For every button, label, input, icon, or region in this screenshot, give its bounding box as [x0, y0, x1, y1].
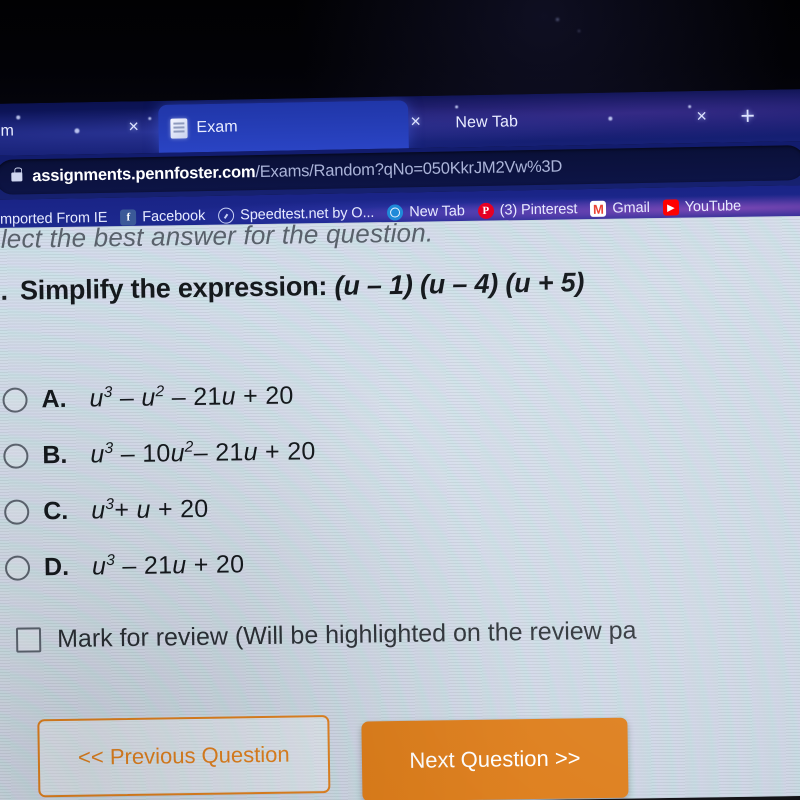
gmail-icon: M [590, 200, 607, 217]
answer-option-b-expression: u3 – 10u2– 21u + 20 [90, 436, 316, 469]
pinterest-icon: P [477, 202, 494, 220]
mark-for-review-row[interactable]: Mark for review (Will be highlighted on … [15, 616, 637, 654]
mark-for-review-checkbox[interactable] [15, 627, 42, 653]
speedtest-icon [218, 207, 235, 224]
radio-option-b[interactable] [3, 442, 29, 469]
close-tab-icon-2[interactable]: × [410, 111, 421, 131]
answer-option-c-letter: C. [42, 496, 69, 525]
answer-option-c[interactable]: C. u3+ u + 20 [4, 474, 645, 539]
bookmark-gmail[interactable]: M Gmail [590, 200, 650, 217]
answer-option-c-expression: u3+ u + 20 [90, 494, 209, 525]
answer-option-d-letter: D. [43, 552, 70, 581]
bookmark-pinterest[interactable]: P (3) Pinterest [477, 201, 578, 220]
bookmark-youtube-label: YouTube [684, 198, 742, 216]
browser-tab-newtab-label: New Tab [455, 113, 519, 132]
answer-option-b[interactable]: B. u3 – 10u2– 21u + 20 [3, 418, 644, 483]
question-text: Simplify the expression: (u – 1) (u – 4)… [20, 267, 585, 306]
bookmark-new-tab-label: New Tab [409, 203, 465, 221]
browser-tab-newtab[interactable]: New Tab [443, 95, 694, 148]
browser-tab-exam-label: Exam [196, 118, 238, 137]
answer-option-b-letter: B. [42, 440, 68, 469]
bookmark-youtube[interactable]: ▶ YouTube [662, 198, 742, 216]
bookmark-gmail-label: Gmail [612, 199, 650, 217]
radio-option-c[interactable] [4, 498, 30, 525]
close-tab-icon-1[interactable]: × [128, 116, 139, 136]
bookmark-facebook-label: Facebook [142, 208, 206, 226]
previous-question-button[interactable]: << Previous Question [37, 715, 331, 798]
answer-option-a-expression: u3 – u2 – 21u + 20 [89, 381, 294, 413]
browser-tab-truncated-label: m [0, 122, 15, 140]
address-bar-url: assignments.pennfoster.com/Exams/Random?… [32, 157, 562, 186]
bookmark-speedtest[interactable]: Speedtest.net by O... [218, 205, 374, 224]
bookmark-new-tab[interactable]: New Tab [387, 203, 465, 221]
bookmark-imported-from-ie[interactable]: Imported From IE [0, 210, 107, 228]
address-bar-host: assignments.pennfoster.com [32, 163, 256, 186]
document-icon [170, 118, 188, 139]
globe-icon [387, 204, 404, 221]
radio-option-d[interactable] [4, 554, 31, 581]
screenshot-root: m × Exam × New Tab × + assignments.pennf… [0, 0, 800, 800]
exam-page: elect the best answer for the question. … [0, 215, 800, 800]
radio-option-a[interactable] [2, 386, 28, 413]
facebook-icon: f [120, 209, 137, 226]
answer-option-d-expression: u3 – 21u + 20 [91, 549, 245, 581]
next-question-button[interactable]: Next Question >> [361, 717, 629, 800]
bookmark-facebook[interactable]: f Facebook [120, 208, 205, 226]
question-prefix: Simplify the expression: [19, 271, 328, 306]
lock-icon [11, 172, 23, 182]
navigation-buttons: << Previous Question Next Question >> [37, 711, 629, 800]
question-row: .. Simplify the expression: (u – 1) (u –… [0, 267, 584, 307]
youtube-icon: ▶ [662, 199, 679, 216]
browser-tab-exam[interactable]: Exam [158, 100, 409, 153]
question-expression: (u – 1) (u – 4) (u + 5) [334, 267, 585, 301]
mark-for-review-label: Mark for review (Will be highlighted on … [56, 616, 637, 654]
bookmark-imported-from-ie-label: Imported From IE [0, 209, 108, 228]
answer-option-a-letter: A. [41, 384, 67, 413]
answer-option-d[interactable]: D. u3 – 21u + 20 [4, 530, 646, 595]
bookmark-speedtest-label: Speedtest.net by O... [240, 204, 375, 224]
answer-options-list: A. u3 – u2 – 21u + 20 B. u3 – 10u2– 21u … [2, 362, 645, 595]
browser-tab-truncated[interactable]: m [0, 105, 141, 156]
close-tab-icon-3[interactable]: × [696, 106, 707, 126]
address-bar-path: /Exams/Random?qNo=050KkrJM2Vw%3D [255, 157, 563, 182]
new-tab-button[interactable]: + [740, 102, 755, 130]
question-number: .. [0, 275, 9, 306]
bookmark-pinterest-label: (3) Pinterest [499, 201, 578, 219]
answer-option-a[interactable]: A. u3 – u2 – 21u + 20 [2, 362, 643, 427]
